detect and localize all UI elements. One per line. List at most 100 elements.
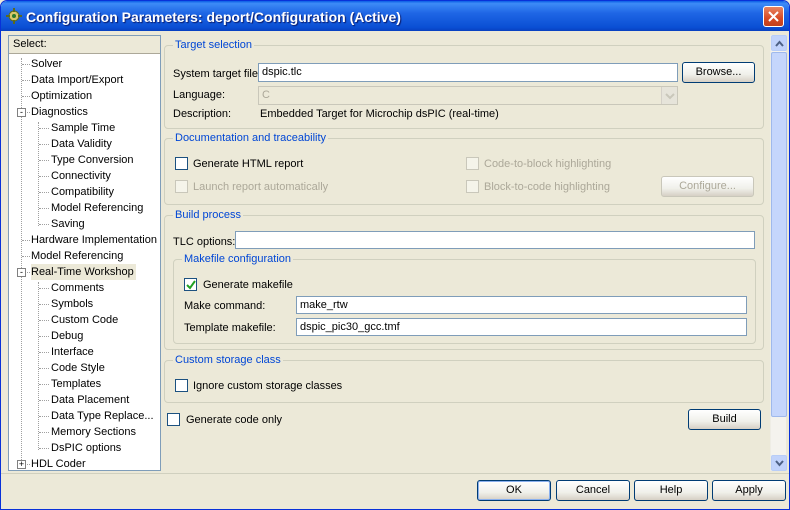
make-command-label: Make command: — [184, 300, 266, 312]
tree-item[interactable]: Connectivity — [51, 168, 113, 184]
generate-makefile-checkbox[interactable] — [184, 278, 197, 291]
code-to-block-checkbox[interactable] — [466, 157, 479, 170]
tree-item[interactable]: Interface — [51, 344, 96, 360]
generate-makefile-label[interactable]: Generate makefile — [203, 278, 293, 292]
tree-item-label: Data Import/Export — [31, 74, 124, 86]
tree-item-label: Hardware Implementation — [31, 234, 157, 246]
tree-item-label: Data Type Replace... — [51, 410, 154, 422]
scroll-down-button[interactable] — [771, 455, 787, 471]
panel-scrollbar[interactable] — [770, 35, 787, 471]
tree-connector — [22, 64, 30, 65]
tree-connector — [22, 80, 30, 81]
tree-connector — [39, 176, 49, 177]
tree-item[interactable]: Saving — [51, 216, 87, 232]
tree-connector — [39, 320, 49, 321]
tree-item[interactable]: Code Style — [51, 360, 107, 376]
group-title: Makefile configuration — [182, 253, 294, 265]
tree-item[interactable]: Model Referencing — [31, 248, 125, 264]
tree-connector — [39, 384, 49, 385]
ok-button[interactable]: OK — [477, 480, 551, 501]
tree-item[interactable]: Comments — [51, 280, 106, 296]
tree-item[interactable]: Templates — [51, 376, 103, 392]
tree-item-label: Memory Sections — [51, 426, 136, 438]
tree-connector — [39, 160, 49, 161]
template-makefile-label: Template makefile: — [184, 322, 276, 334]
browse-button[interactable]: Browse... — [682, 62, 755, 83]
group-title: Build process — [173, 209, 244, 221]
generate-code-only-checkbox[interactable] — [167, 413, 180, 426]
tree-item[interactable]: Hardware Implementation — [31, 232, 159, 248]
tree-item-label: Diagnostics — [31, 106, 88, 118]
block-to-code-checkbox[interactable] — [466, 180, 479, 193]
tree-connector — [39, 288, 49, 289]
generate-html-report-checkbox[interactable] — [175, 157, 188, 170]
cancel-button[interactable]: Cancel — [556, 480, 630, 501]
tree-item-label: Comments — [51, 282, 105, 294]
ignore-custom-storage-label[interactable]: Ignore custom storage classes — [193, 379, 342, 393]
build-button[interactable]: Build — [688, 409, 761, 430]
simulink-gear-icon — [6, 8, 22, 24]
configure-button[interactable]: Configure... — [661, 176, 754, 197]
tree-item[interactable]: Symbols — [51, 296, 95, 312]
ignore-custom-storage-checkbox[interactable] — [175, 379, 188, 392]
tlc-options-label: TLC options: — [173, 236, 236, 248]
language-select[interactable]: C — [258, 86, 678, 105]
launch-report-checkbox[interactable] — [175, 180, 188, 193]
block-to-code-label[interactable]: Block-to-code highlighting — [484, 180, 610, 194]
configuration-window: Configuration Parameters: deport/Configu… — [0, 0, 790, 510]
tree-item[interactable]: Optimization — [31, 88, 94, 104]
tree-item[interactable]: Custom Code — [51, 312, 120, 328]
tree-item[interactable]: Compatibility — [51, 184, 116, 200]
tree-item[interactable]: Real-Time Workshop — [31, 264, 136, 280]
tree-item[interactable]: Memory Sections — [51, 424, 138, 440]
tree-item[interactable]: Diagnostics — [31, 104, 90, 120]
tree-item[interactable]: Data Placement — [51, 392, 131, 408]
tree-line — [38, 122, 39, 226]
generate-html-report-label[interactable]: Generate HTML report — [193, 157, 303, 171]
title-bar[interactable]: Configuration Parameters: deport/Configu… — [1, 1, 789, 31]
tree-item[interactable]: Type Conversion — [51, 152, 136, 168]
collapse-icon[interactable]: - — [17, 268, 26, 277]
collapse-icon[interactable]: - — [17, 108, 26, 117]
footer-separator — [1, 473, 789, 474]
tree-item-label: Data Placement — [51, 394, 130, 406]
launch-report-label[interactable]: Launch report automatically — [193, 180, 328, 194]
tree-item-label: Model Referencing — [31, 250, 124, 262]
tlc-options-input[interactable] — [235, 231, 755, 249]
scroll-thumb[interactable] — [771, 52, 787, 417]
scroll-up-button[interactable] — [771, 35, 787, 51]
tree-item-label: Model Referencing — [51, 202, 144, 214]
close-button[interactable] — [763, 6, 784, 27]
help-button[interactable]: Help — [634, 480, 708, 501]
tree-item[interactable]: Data Import/Export — [31, 72, 125, 88]
generate-code-only-label[interactable]: Generate code only — [186, 413, 282, 427]
category-tree[interactable]: Select: Solver Data Import/Export Optimiza… — [8, 35, 161, 471]
tree-line — [38, 282, 39, 450]
system-target-file-input[interactable]: dspic.tlc — [258, 63, 678, 82]
tree-connector — [39, 352, 49, 353]
expand-icon[interactable]: + — [17, 460, 26, 469]
template-makefile-input[interactable]: dspic_pic30_gcc.tmf — [296, 318, 747, 336]
code-to-block-label[interactable]: Code-to-block highlighting — [484, 157, 611, 171]
tree-item-label: Templates — [51, 378, 102, 390]
tree-item[interactable]: DsPIC options — [51, 440, 123, 456]
tree-connector — [39, 400, 49, 401]
tree-item[interactable]: Data Type Replace... — [51, 408, 156, 424]
tree-item[interactable]: Debug — [51, 328, 85, 344]
tree-item-label: Data Validity — [51, 138, 112, 150]
window-title: Configuration Parameters: deport/Configu… — [26, 9, 401, 25]
tree-connector — [39, 224, 49, 225]
chevron-down-icon — [775, 460, 784, 467]
tree-item[interactable]: Data Validity — [51, 136, 114, 152]
settings-panel: Target selection System target file: dsp… — [164, 35, 768, 471]
tree-item[interactable]: Model Referencing — [51, 200, 145, 216]
tree-item[interactable]: Sample Time — [51, 120, 117, 136]
tree-item[interactable]: HDL Coder — [31, 456, 88, 470]
tree-connector — [39, 336, 49, 337]
make-command-input[interactable]: make_rtw — [296, 296, 747, 314]
tree-item[interactable]: Solver — [31, 56, 64, 72]
close-icon — [768, 11, 779, 22]
language-value: C — [262, 89, 270, 101]
tree-item-label: Symbols — [51, 298, 94, 310]
apply-button[interactable]: Apply — [712, 480, 786, 501]
